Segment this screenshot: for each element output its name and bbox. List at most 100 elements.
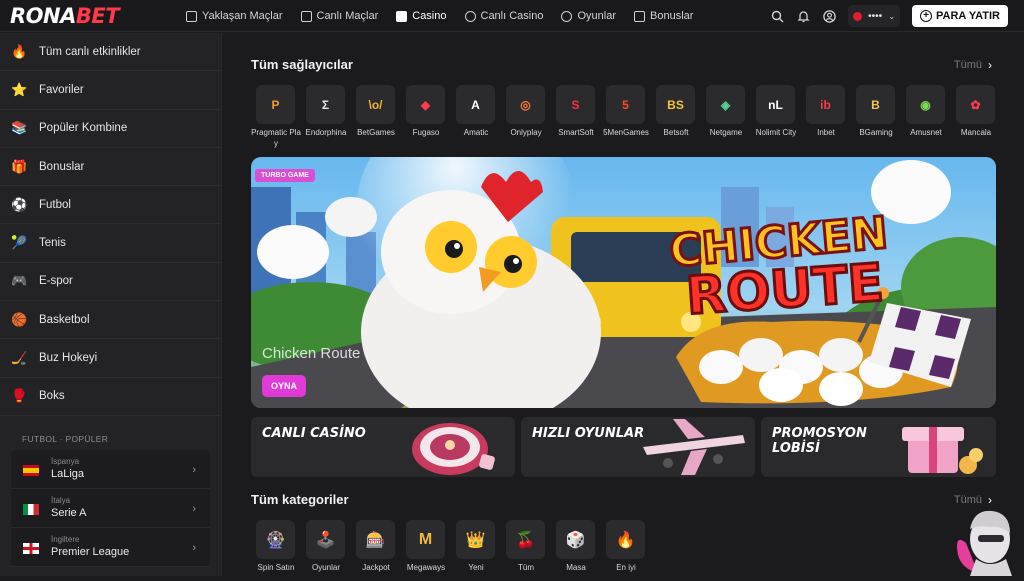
sidebar-item[interactable]: ⚽ Futbol <box>0 186 221 225</box>
sidebar-item[interactable]: 🥊 Boks <box>0 378 221 416</box>
sport-icon: 🥊 <box>11 388 28 404</box>
provider-name: Pragmatic Play <box>251 128 301 148</box>
provider-logo-icon: P <box>256 85 295 124</box>
category-item[interactable]: 🎰 Jackpot <box>356 520 395 573</box>
provider-item[interactable]: \o/BetGames <box>356 85 395 149</box>
promo-label: CANLI CASİNO <box>262 426 366 441</box>
nav-label: Oyunlar <box>577 10 617 22</box>
nav-canlı-casino[interactable]: Canlı Casino <box>464 10 544 22</box>
chevron-right-icon: › <box>192 463 196 476</box>
provider-item[interactable]: BS Betsoft <box>656 85 695 149</box>
category-icon: 🔥 <box>606 520 645 559</box>
nav-oyunlar[interactable]: Oyunlar <box>561 10 616 22</box>
live-tv-icon <box>300 10 312 22</box>
category-item[interactable]: 🕹️ Oyunlar <box>306 520 345 573</box>
provider-item[interactable]: P Pragmatic Play <box>251 85 301 149</box>
league-item[interactable]: İspanya LaLiga › <box>11 450 210 489</box>
league-item[interactable]: İtalya Serie A › <box>11 489 210 528</box>
sidebar-item[interactable]: 🏒 Buz Hokeyi <box>0 339 221 378</box>
hero-artwork: CHICKEN ROUTE <box>251 157 996 408</box>
category-item[interactable]: 👑 Yeni <box>456 520 495 573</box>
providers-see-all[interactable]: Tümü › <box>954 58 992 72</box>
provider-logo-icon: ◈ <box>706 85 745 124</box>
language-value: •••• <box>868 10 883 22</box>
sidebar-item[interactable]: 🔥 Tüm canlı etkinlikler <box>0 33 221 72</box>
promo-label-line2: LOBİSİ <box>772 441 820 456</box>
nav-label: Canlı Maçlar <box>316 10 379 22</box>
play-button[interactable]: OYNA <box>262 375 307 397</box>
category-icon: M <box>406 520 445 559</box>
provider-item[interactable]: A Amatic <box>456 85 495 149</box>
search-icon[interactable] <box>770 9 784 23</box>
sidebar-item[interactable]: 🎮 E-spor <box>0 263 221 302</box>
category-name: Yeni <box>468 563 484 572</box>
sidebar-item[interactable]: 🎁 Bonuslar <box>0 148 221 187</box>
provider-item[interactable]: nL Nolimit City <box>756 85 796 149</box>
spain-flag-icon <box>23 463 39 477</box>
category-item[interactable]: 🔥 En iyi <box>606 520 645 573</box>
promo-fast-games[interactable]: HIZLI OYUNLAR <box>521 417 755 477</box>
provider-list: P Pragmatic Play Σ Endorphina \o/BetGames ◆ Fu… <box>251 85 995 149</box>
category-item[interactable]: 🎡 Spin Satın <box>256 520 295 573</box>
category-name: Jackpot <box>362 563 390 572</box>
provider-name: 5MenGames <box>603 128 649 137</box>
sport-icon: 🏀 <box>11 311 28 327</box>
provider-logo-icon: BS <box>656 85 695 124</box>
sidebar-item-label: Bonuslar <box>39 160 85 173</box>
category-item[interactable]: 🎲 Masa <box>556 520 595 573</box>
sidebar-item-label: Basketbol <box>39 313 90 326</box>
calendar-icon <box>186 10 197 22</box>
category-item[interactable]: 🍒 Tüm <box>506 520 545 573</box>
provider-item[interactable]: ◆ Fugaso <box>406 85 445 149</box>
support-chat-button[interactable] <box>952 503 1024 576</box>
hero-banner[interactable]: CHICKEN ROUTE TURBO GAME Chicken Route O… <box>251 157 996 408</box>
promo-live-casino[interactable]: CANLI CASİNO <box>251 417 515 477</box>
nav-canlı-maçlar[interactable]: Canlı Maçlar <box>300 10 379 22</box>
provider-item[interactable]: ◉ Amusnet <box>906 85 945 149</box>
category-name: Megaways <box>406 563 446 572</box>
brand-logo[interactable]: RONABET <box>10 4 120 28</box>
nav-label: Canlı Casino <box>480 10 544 22</box>
sidebar-item[interactable]: 🏀 Basketbol <box>0 301 221 340</box>
provider-logo-icon: ✿ <box>956 85 995 124</box>
provider-item[interactable]: ◈ Netgame <box>706 85 745 149</box>
live-casino-icon <box>464 10 476 22</box>
sidebar-item-label: Favoriler <box>39 83 84 96</box>
provider-item[interactable]: ✿ Mancala <box>956 85 995 149</box>
provider-item[interactable]: Σ Endorphina <box>306 85 346 149</box>
provider-logo-icon: nL <box>756 85 795 124</box>
bell-icon[interactable] <box>796 9 810 23</box>
provider-item[interactable]: S SmartSoft <box>556 85 595 149</box>
provider-name: Amatic <box>463 128 489 137</box>
provider-logo-icon: 5 <box>606 85 645 124</box>
league-name: Premier League <box>51 545 130 558</box>
italy-flag-icon <box>23 502 39 516</box>
sidebar-item[interactable]: 🎾 Tenis <box>0 224 221 263</box>
provider-item[interactable]: ◎ Onlyplay <box>506 85 545 149</box>
league-item[interactable]: İngiltere Premier League › <box>11 528 210 567</box>
provider-item[interactable]: 5 5MenGames <box>603 85 649 149</box>
provider-item[interactable]: ib Inbet <box>806 85 845 149</box>
chevron-right-icon: › <box>192 502 196 515</box>
provider-name: Fugaso <box>412 128 440 137</box>
sidebar-item-label: Tüm canlı etkinlikler <box>39 45 141 58</box>
sidebar-item[interactable]: 📚 Popüler Kombine <box>0 110 221 148</box>
nav-yaklaşan-maçlar[interactable]: Yaklaşan Maçlar <box>186 10 283 22</box>
provider-logo-icon: S <box>556 85 595 124</box>
language-selector[interactable]: •••• ⌄ <box>848 5 901 27</box>
header-actions: •••• ⌄ + PARA YATIR <box>770 4 1008 28</box>
league-list: İspanya LaLiga › İtalya Serie A › İngiltere Pre… <box>11 449 210 567</box>
promo-promotions-lobby[interactable]: PROMOSYON LOBİSİ <box>761 417 996 477</box>
provider-name: Betsoft <box>663 128 689 137</box>
sidebar-item[interactable]: ⭐ Favoriler <box>0 71 221 110</box>
support-avatar-icon <box>957 510 1012 576</box>
provider-name: Endorphina <box>305 128 347 137</box>
provider-item[interactable]: B BGaming <box>856 85 895 149</box>
user-icon[interactable] <box>822 9 836 23</box>
deposit-button[interactable]: + PARA YATIR <box>912 5 1008 27</box>
nav-casino[interactable]: Casino <box>396 10 447 22</box>
category-item[interactable]: M Megaways <box>406 520 445 573</box>
category-name: Tüm <box>518 563 534 572</box>
nav-bonuslar[interactable]: Bonuslar <box>634 10 693 22</box>
providers-title: Tüm sağlayıcılar <box>251 57 353 72</box>
